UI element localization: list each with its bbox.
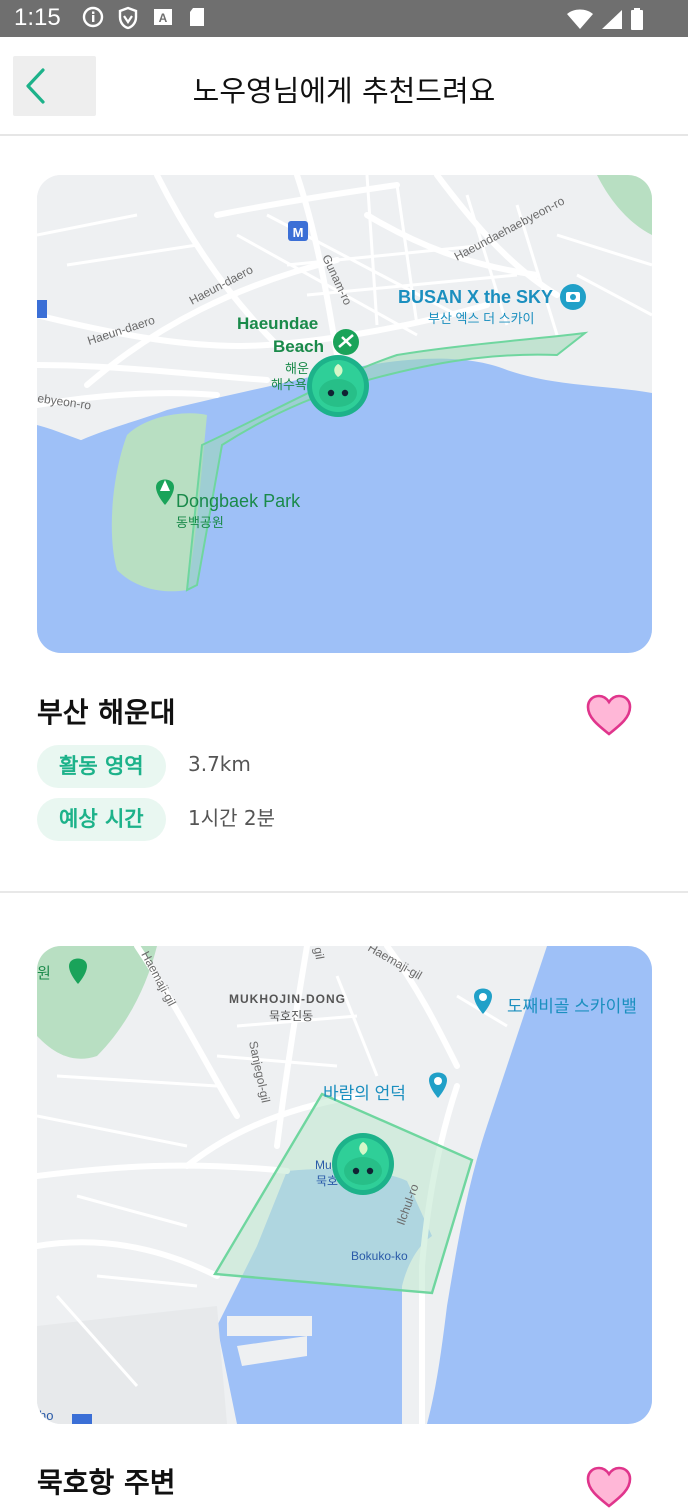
- map-label-haeundae-beach-2: Beach: [273, 337, 324, 356]
- map-label-busan-x-sky-ko: 부산 엑스 더 스카이: [428, 311, 535, 326]
- status-bar: 1:15 A: [0, 0, 688, 37]
- card-divider: [0, 891, 688, 893]
- map-label-wind-hill: 바람의 언덕: [323, 1084, 406, 1103]
- map-label-mukhojin-dong-ko: 묵호진동: [269, 1009, 313, 1023]
- location-mascot-icon: [332, 1133, 394, 1195]
- map-label-park-fragment: 원: [37, 965, 51, 982]
- sd-card-icon: [190, 8, 204, 26]
- map-label-haeundae-beach-1: Haeundae: [237, 314, 318, 333]
- map-label-dongbaek-park-ko: 동백공원: [176, 515, 224, 530]
- info-icon: [82, 6, 104, 28]
- recommendation-card[interactable]: M BUSAN X the SKY 부산 엑스 더 스카이 Haeundae B…: [0, 138, 688, 892]
- map-label-haeundae-ko-1: 해운: [285, 361, 309, 376]
- map-label-dojjaebigol: 도째비골 스카이밸: [507, 997, 637, 1016]
- map-preview[interactable]: 원 MUKHOJIN-DONG 묵호진동 도째비골 스카이밸 바람의 언덕 Bo…: [37, 946, 652, 1424]
- wifi-icon: [567, 9, 593, 29]
- signal-icon: [602, 10, 622, 29]
- keyboard-icon: A: [154, 9, 172, 25]
- map-label-gil-fragment: gil: [311, 946, 327, 960]
- battery-icon: [631, 8, 643, 30]
- place-title: 부산 해운대: [37, 696, 176, 729]
- status-time: 1:15: [14, 4, 61, 31]
- svg-text:A: A: [159, 11, 168, 25]
- status-icons-left: A: [82, 6, 206, 30]
- expected-time-chip: 예상 시간: [37, 798, 166, 841]
- map-label-dongbaek-park: Dongbaek Park: [176, 491, 301, 511]
- svg-text:M: M: [293, 225, 304, 240]
- map-label-busan-x-sky: BUSAN X the SKY: [398, 287, 553, 307]
- map-label-mukhojin-dong: MUKHOJIN-DONG: [229, 992, 346, 1006]
- heart-icon[interactable]: [585, 693, 633, 737]
- activity-area-chip: 활동 영역: [37, 745, 166, 788]
- app-bar: 노우영님에게 추천드려요: [0, 37, 688, 136]
- map-label-bokuko: Bokuko-ko: [351, 1249, 408, 1263]
- page-title: 노우영님에게 추천드려요: [192, 74, 496, 108]
- expected-time-value: 1시간 2분: [188, 806, 276, 830]
- heart-icon[interactable]: [585, 1465, 633, 1509]
- map-preview[interactable]: M BUSAN X the SKY 부산 엑스 더 스카이 Haeundae B…: [37, 175, 652, 653]
- map-label-ho-fragment: ho: [39, 1408, 53, 1423]
- status-icons-right: [566, 7, 644, 31]
- place-title: 묵호항 주변: [37, 1466, 176, 1499]
- location-mascot-icon: [307, 355, 369, 417]
- shield-icon: [118, 6, 138, 30]
- recommendation-card[interactable]: 원 MUKHOJIN-DONG 묵호진동 도째비골 스카이밸 바람의 언덕 Bo…: [0, 909, 688, 1508]
- activity-area-value: 3.7km: [188, 752, 251, 776]
- map-label-haeundae-ko-2: 해수욕: [271, 377, 307, 392]
- map-label-mu-fragment: Mu: [315, 1158, 332, 1172]
